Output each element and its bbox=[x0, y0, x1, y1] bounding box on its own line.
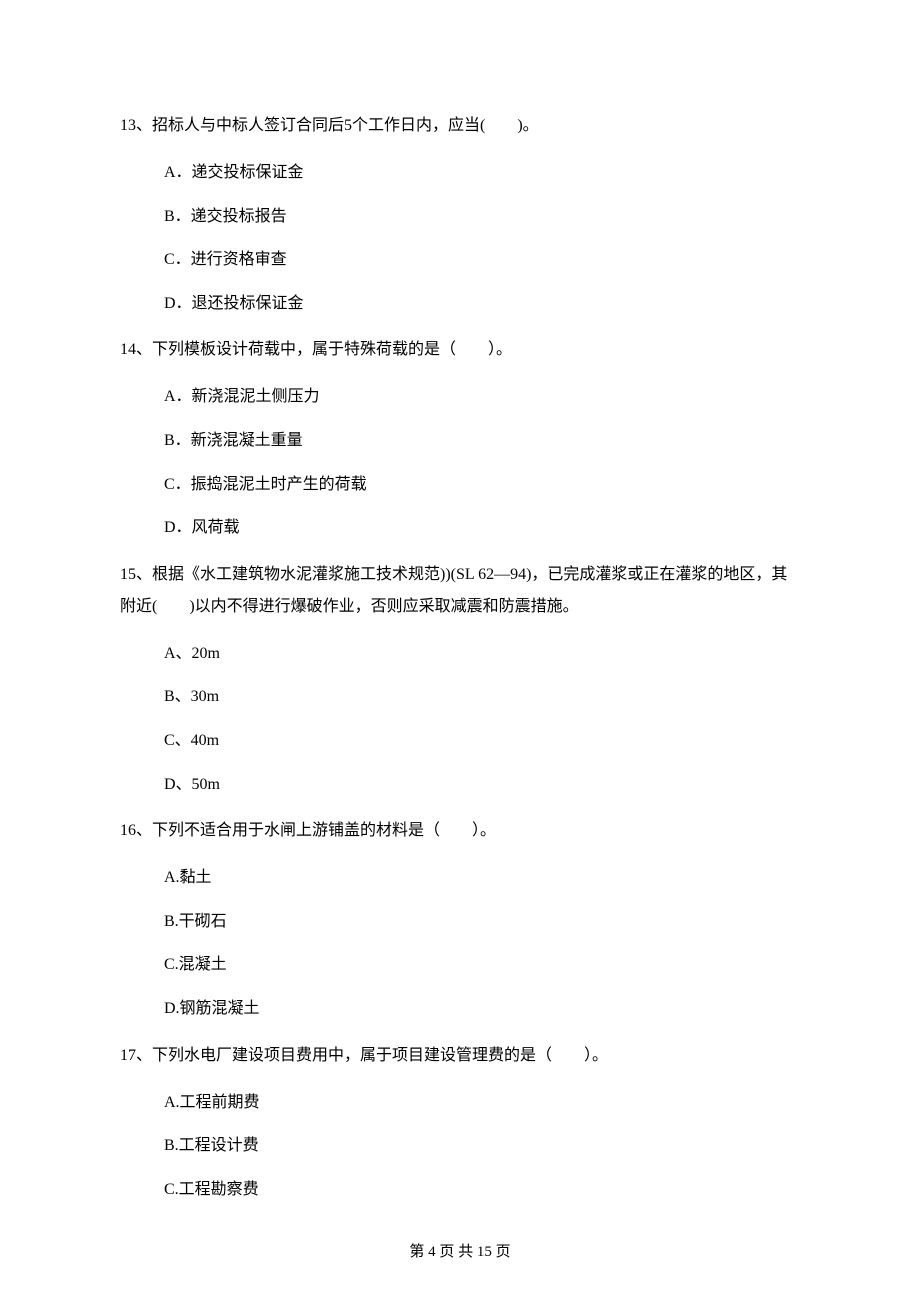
option-a: A.工程前期费 bbox=[164, 1090, 800, 1116]
option-a: A.黏土 bbox=[164, 865, 800, 891]
question-15: 15、根据《水工建筑物水泥灌浆施工技术规范))(SL 62—94)，已完成灌浆或… bbox=[120, 559, 800, 797]
question-body: 下列模板设计荷载中，属于特殊荷载的是（ ）。 bbox=[152, 341, 512, 358]
option-d: D.钢筋混凝土 bbox=[164, 996, 800, 1022]
question-number: 13、 bbox=[120, 117, 152, 134]
question-13: 13、招标人与中标人签订合同后5个工作日内，应当( )。 A．递交投标保证金 B… bbox=[120, 110, 800, 316]
question-number: 16、 bbox=[120, 822, 152, 839]
options-list: A.工程前期费 B.工程设计费 C.工程勘察费 bbox=[120, 1090, 800, 1203]
question-number: 17、 bbox=[120, 1047, 152, 1064]
options-list: A．新浇混泥土侧压力 B．新浇混凝土重量 C．振捣混泥土时产生的荷载 D．风荷载 bbox=[120, 384, 800, 540]
option-a: A．新浇混泥土侧压力 bbox=[164, 384, 800, 410]
option-b: B.工程设计费 bbox=[164, 1133, 800, 1159]
options-list: A、20m B、30m C、40m D、50m bbox=[120, 641, 800, 797]
option-b: B.干砌石 bbox=[164, 909, 800, 935]
option-a: A．递交投标保证金 bbox=[164, 160, 800, 186]
option-c: C.混凝土 bbox=[164, 952, 800, 978]
question-body: 招标人与中标人签订合同后5个工作日内，应当( )。 bbox=[152, 117, 539, 134]
option-d: D、50m bbox=[164, 772, 800, 798]
question-17: 17、下列水电厂建设项目费用中，属于项目建设管理费的是（ ）。 A.工程前期费 … bbox=[120, 1040, 800, 1203]
option-d: D．退还投标保证金 bbox=[164, 291, 800, 317]
question-body: 下列不适合用于水闸上游铺盖的材料是（ ）。 bbox=[152, 822, 496, 839]
option-d: D．风荷载 bbox=[164, 515, 800, 541]
question-text: 15、根据《水工建筑物水泥灌浆施工技术规范))(SL 62—94)，已完成灌浆或… bbox=[120, 559, 800, 623]
option-b: B．递交投标报告 bbox=[164, 204, 800, 230]
options-list: A.黏土 B.干砌石 C.混凝土 D.钢筋混凝土 bbox=[120, 865, 800, 1021]
option-c: C．振捣混泥土时产生的荷载 bbox=[164, 472, 800, 498]
option-c: C、40m bbox=[164, 728, 800, 754]
options-list: A．递交投标保证金 B．递交投标报告 C．进行资格审查 D．退还投标保证金 bbox=[120, 160, 800, 316]
question-text: 17、下列水电厂建设项目费用中，属于项目建设管理费的是（ ）。 bbox=[120, 1040, 800, 1072]
question-number: 14、 bbox=[120, 341, 152, 358]
option-a: A、20m bbox=[164, 641, 800, 667]
question-text: 14、下列模板设计荷载中，属于特殊荷载的是（ ）。 bbox=[120, 334, 800, 366]
option-b: B．新浇混凝土重量 bbox=[164, 428, 800, 454]
question-16: 16、下列不适合用于水闸上游铺盖的材料是（ ）。 A.黏土 B.干砌石 C.混凝… bbox=[120, 815, 800, 1021]
question-body: 下列水电厂建设项目费用中，属于项目建设管理费的是（ ）。 bbox=[152, 1047, 608, 1064]
option-b: B、30m bbox=[164, 684, 800, 710]
question-text: 16、下列不适合用于水闸上游铺盖的材料是（ ）。 bbox=[120, 815, 800, 847]
option-c: C．进行资格审查 bbox=[164, 247, 800, 273]
page-footer: 第 4 页 共 15 页 bbox=[0, 1240, 920, 1264]
question-14: 14、下列模板设计荷载中，属于特殊荷载的是（ ）。 A．新浇混泥土侧压力 B．新… bbox=[120, 334, 800, 540]
question-body: 根据《水工建筑物水泥灌浆施工技术规范))(SL 62—94)，已完成灌浆或正在灌… bbox=[120, 566, 787, 615]
question-number: 15、 bbox=[120, 566, 152, 583]
option-c: C.工程勘察费 bbox=[164, 1177, 800, 1203]
question-text: 13、招标人与中标人签订合同后5个工作日内，应当( )。 bbox=[120, 110, 800, 142]
